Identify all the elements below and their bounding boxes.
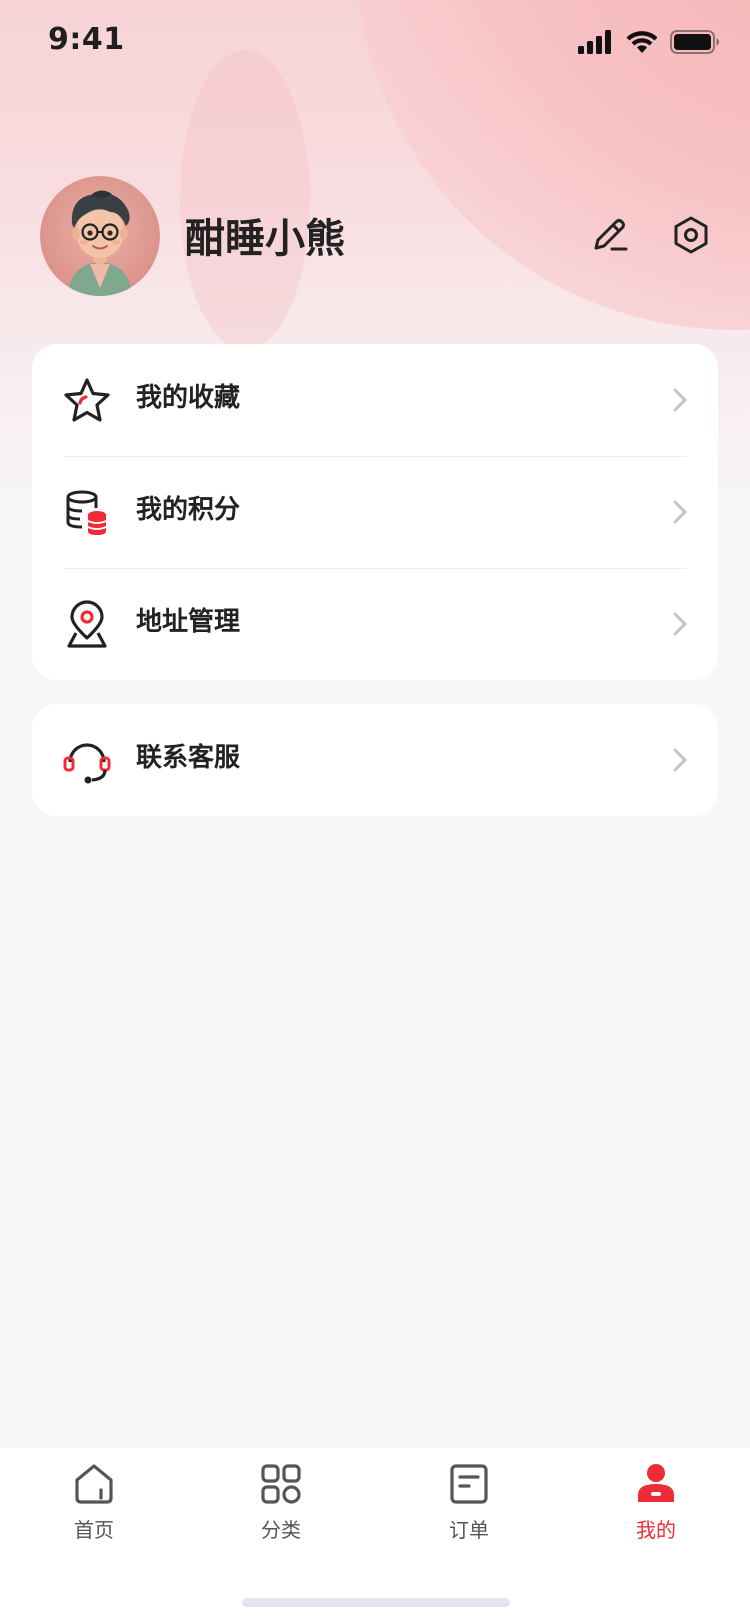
tab-category[interactable]: 分类	[221, 1462, 341, 1562]
home-indicator	[242, 1598, 510, 1607]
profile-icon	[638, 1464, 674, 1502]
order-icon	[450, 1464, 488, 1504]
chevron-right-icon	[673, 748, 687, 772]
chevron-right-icon	[673, 388, 687, 412]
battery-icon	[670, 30, 719, 54]
menu-item-address[interactable]: 地址管理	[32, 568, 718, 680]
coins-icon	[62, 488, 112, 538]
tab-label: 分类	[261, 1518, 301, 1542]
home-icon	[75, 1464, 113, 1504]
tab-home[interactable]: 首页	[34, 1462, 154, 1562]
tab-orders[interactable]: 订单	[409, 1462, 529, 1562]
avatar[interactable]	[40, 176, 160, 296]
settings-button[interactable]	[668, 212, 714, 258]
menu-item-points[interactable]: 我的积分	[32, 456, 718, 568]
profile-header: 酣睡小熊	[40, 176, 720, 296]
menu-item-favorites[interactable]: 我的收藏	[32, 344, 718, 456]
menu-card-support: 联系客服	[32, 704, 718, 816]
menu-item-label: 我的收藏	[136, 383, 241, 413]
tab-profile[interactable]: 我的	[596, 1462, 716, 1562]
menu-item-label: 我的积分	[136, 495, 241, 525]
edit-icon	[594, 219, 628, 251]
tab-label: 首页	[74, 1518, 114, 1542]
menu-card-primary: 我的收藏 我的积分 地址管理	[32, 344, 718, 680]
avatar-image	[40, 176, 160, 296]
menu-item-label: 联系客服	[136, 743, 241, 773]
category-icon	[261, 1464, 301, 1504]
status-bar: 9:41	[0, 0, 750, 88]
chevron-right-icon	[673, 612, 687, 636]
chevron-right-icon	[673, 500, 687, 524]
menu-item-customer-service[interactable]: 联系客服	[32, 704, 718, 816]
signal-icon	[578, 30, 611, 54]
status-time: 9:41	[48, 22, 125, 57]
tab-label: 我的	[636, 1518, 676, 1542]
star-icon	[62, 376, 112, 426]
edit-button[interactable]	[587, 212, 633, 258]
menu-item-label: 地址管理	[136, 607, 241, 637]
headset-icon	[62, 736, 112, 786]
status-icons	[578, 30, 720, 54]
settings-icon	[674, 216, 708, 254]
username: 酣睡小熊	[185, 216, 345, 262]
wifi-icon	[626, 31, 658, 53]
tab-label: 订单	[449, 1518, 489, 1542]
location-icon	[62, 600, 112, 650]
